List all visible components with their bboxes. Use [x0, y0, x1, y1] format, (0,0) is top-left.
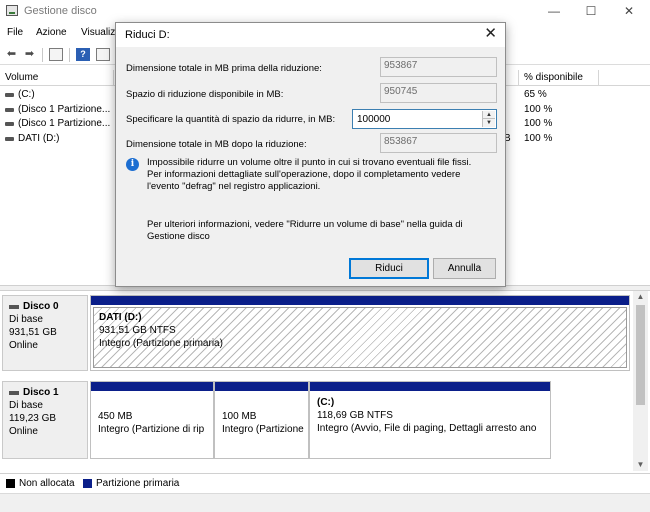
partition-color-bar — [91, 296, 629, 305]
partition-status: Integro (Partizione di rip — [98, 424, 205, 435]
shrink-amount-label: Specificare la quantità di spazio da rid… — [126, 114, 336, 125]
menu-visualizza[interactable]: Visualiz — [81, 27, 115, 38]
scrollbar-thumb[interactable] — [636, 305, 645, 405]
disk-name: Disco 1 — [9, 386, 81, 399]
spin-buttons: ▲ ▼ — [482, 111, 495, 127]
partition-body: 450 MB Integro (Partizione di rip — [93, 393, 211, 456]
volume-pct-free: 100 % — [524, 104, 553, 115]
disk-size: 119,23 GB — [9, 413, 57, 424]
partition-color-bar — [91, 382, 213, 391]
spin-down-icon[interactable]: ▼ — [483, 119, 495, 127]
shrink-button[interactable]: Riduci — [349, 258, 429, 279]
partition-size: 118,69 GB NTFS — [317, 410, 393, 421]
cancel-button[interactable]: Annulla — [433, 258, 496, 279]
disk-status: Online — [9, 426, 38, 437]
partition-label: (C:) — [317, 397, 335, 408]
drive-icon — [5, 108, 14, 112]
legend: Non allocata Partizione primaria — [0, 473, 650, 491]
help-icon[interactable]: ? — [76, 48, 90, 61]
partition-color-bar — [215, 382, 308, 391]
partition-size: 931,51 GB NTFS — [99, 325, 176, 336]
column-pct-free[interactable]: % disponibile — [524, 72, 583, 83]
legend-label: Non allocata — [19, 478, 75, 489]
volume-name: DATI (D:) — [18, 133, 60, 144]
shrink-amount-spinbox[interactable]: ▲ ▼ — [352, 109, 497, 129]
partition-body: DATI (D:) 931,51 GB NTFS Integro (Partiz… — [93, 307, 627, 368]
disk-type: Di base — [9, 400, 43, 411]
disk-map-scrollbar[interactable]: ▲ ▼ — [633, 291, 648, 471]
drive-icon — [5, 122, 14, 126]
partition-body: (C:) 118,69 GB NTFS Integro (Avvio, File… — [312, 393, 548, 456]
status-bar — [0, 493, 650, 512]
shrink-amount-input[interactable] — [355, 112, 479, 126]
partition-size: 100 MB — [222, 411, 257, 422]
back-arrow-icon[interactable]: ⬅ — [4, 47, 19, 62]
volume-pct-free: 100 % — [524, 118, 553, 129]
disk-name: Disco 0 — [9, 300, 81, 313]
total-after-label: Dimensione totale in MB dopo la riduzion… — [126, 139, 307, 150]
legend-label: Partizione primaria — [96, 478, 180, 489]
partition-efi[interactable]: 100 MB Integro (Partizione — [214, 381, 309, 459]
forward-arrow-icon[interactable]: ➡ — [22, 47, 37, 62]
total-before-label: Dimensione totale in MB prima della ridu… — [126, 63, 322, 74]
shrink-dialog: Riduci D: ✕ Dimensione totale in MB prim… — [115, 22, 506, 287]
drive-icon — [5, 93, 14, 97]
disk-size: 931,51 GB — [9, 327, 57, 338]
scroll-up-icon[interactable]: ▲ — [633, 291, 648, 303]
partition-status: Integro (Partizione — [222, 424, 304, 435]
window-title: Gestione disco — [24, 5, 97, 17]
disk-management-icon — [6, 5, 18, 16]
info-icon: i — [126, 158, 139, 171]
volume-pct-free: 100 % — [524, 133, 553, 144]
title-bar: Gestione disco — ☐ ✕ — [0, 0, 650, 22]
dialog-title-bar: Riduci D: ✕ — [116, 23, 505, 47]
scroll-down-icon[interactable]: ▼ — [633, 459, 648, 471]
properties-icon[interactable] — [49, 48, 63, 61]
partition-status: Integro (Avvio, File di paging, Dettagli… — [317, 423, 537, 434]
partition-c[interactable]: (C:) 118,69 GB NTFS Integro (Avvio, File… — [309, 381, 551, 459]
more-info-message: Per ulteriori informazioni, vedere "Ridu… — [147, 219, 463, 242]
disk-map: Disco 0 Di base 931,51 GB Online DATI (D… — [0, 291, 632, 471]
console-icon[interactable] — [96, 48, 110, 61]
disk-type: Di base — [9, 314, 43, 325]
partition-dati-d[interactable]: DATI (D:) 931,51 GB NTFS Integro (Partiz… — [90, 295, 630, 371]
legend-swatch-primary — [83, 479, 92, 488]
spin-up-icon[interactable]: ▲ — [483, 111, 495, 119]
toolbar-separator — [42, 48, 43, 62]
menu-azione[interactable]: Azione — [36, 27, 67, 38]
toolbar-separator — [69, 48, 70, 62]
total-after-field: 853867 — [380, 133, 497, 153]
column-divider[interactable] — [113, 70, 114, 86]
available-space-label: Spazio di riduzione disponibile in MB: — [126, 89, 284, 100]
drive-icon — [5, 137, 14, 141]
partition-status: Integro (Partizione primaria) — [99, 338, 223, 349]
volume-name: (Disco 1 Partizione... — [18, 104, 111, 115]
disk-status: Online — [9, 340, 38, 351]
dialog-title: Riduci D: — [125, 29, 170, 41]
disk-1-info[interactable]: Disco 1 Di base 119,23 GB Online — [2, 381, 88, 459]
legend-swatch-unallocated — [6, 479, 15, 488]
partition-body: 100 MB Integro (Partizione — [217, 393, 306, 456]
column-divider[interactable] — [598, 70, 599, 86]
close-icon[interactable]: ✕ — [484, 26, 497, 42]
info-message: Impossibile ridurre un volume oltre il p… — [147, 157, 472, 192]
available-space-field: 950745 — [380, 83, 497, 103]
partition-label: DATI (D:) — [99, 312, 142, 323]
volume-name: (Disco 1 Partizione... — [18, 118, 111, 129]
total-before-field: 953867 — [380, 57, 497, 77]
volume-pct-free: 65 % — [524, 89, 547, 100]
volume-name: (C:) — [18, 89, 35, 100]
minimize-button[interactable]: — — [540, 2, 568, 20]
column-volume[interactable]: Volume — [5, 72, 38, 83]
maximize-button[interactable]: ☐ — [577, 2, 605, 20]
close-window-button[interactable]: ✕ — [615, 2, 643, 20]
column-divider[interactable] — [518, 70, 519, 86]
disk-0-info[interactable]: Disco 0 Di base 931,51 GB Online — [2, 295, 88, 371]
menu-file[interactable]: File — [7, 27, 23, 38]
partition-recovery[interactable]: 450 MB Integro (Partizione di rip — [90, 381, 214, 459]
partition-color-bar — [310, 382, 550, 391]
partition-size: 450 MB — [98, 411, 133, 422]
